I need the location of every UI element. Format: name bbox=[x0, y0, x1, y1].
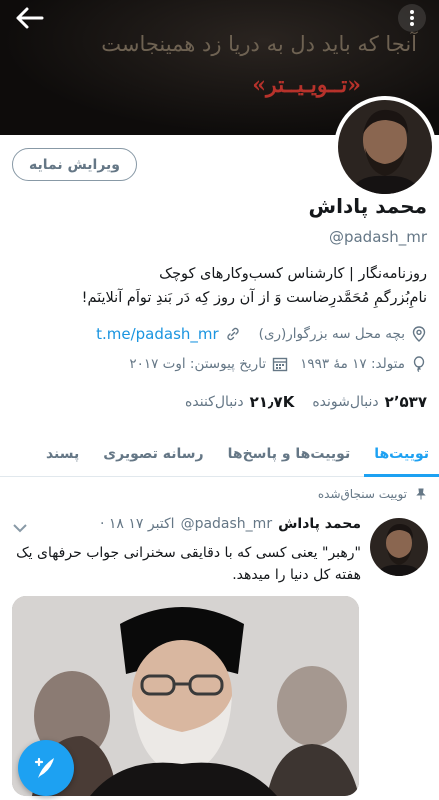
compose-tweet-icon bbox=[34, 757, 54, 778]
profile-tabs: توییت‌ها توییت‌ها و پاسخ‌ها رسانه تصویری… bbox=[0, 432, 439, 477]
following-label[interactable]: دنبال‌شونده bbox=[312, 394, 378, 410]
calendar-icon bbox=[272, 357, 288, 372]
tweet-author-name[interactable]: محمد پاداش bbox=[278, 516, 361, 532]
pinned-indicator: توییت سنجاق‌شده bbox=[318, 487, 427, 501]
compose-tweet-button[interactable] bbox=[18, 740, 74, 796]
tab-tweets[interactable]: توییت‌ها bbox=[364, 432, 439, 477]
more-vertical-icon-dot bbox=[410, 22, 414, 26]
bio-line-1: روزنامه‌نگار | کارشناس کسب‌وکارهای کوچک bbox=[159, 266, 427, 282]
location-link-row: بچه محل سه بزرگوار(ری) t.me/padash_mr bbox=[96, 322, 427, 346]
profile-website-link[interactable]: t.me/padash_mr bbox=[96, 325, 219, 343]
followers-count[interactable]: ۲۱٫۷K bbox=[250, 393, 295, 411]
profile-location: بچه محل سه بزرگوار(ری) bbox=[258, 326, 405, 342]
more-vertical-icon-dot bbox=[410, 16, 414, 20]
profile-join-date: تاریخ پیوستن: اوت ۲۰۱۷ bbox=[129, 356, 267, 372]
following-count[interactable]: ۲٬۵۳۷ bbox=[385, 393, 427, 411]
avatar-photo bbox=[338, 100, 432, 194]
banner-title: «تــويـيــتر» bbox=[252, 72, 361, 98]
tweet-header: محمد پاداش @padash_mr · ۱۸ اکتبر ۱۷ bbox=[100, 516, 361, 532]
tweet-text: "رهبر" یعنی کسی که با دقایقی سخنرانی جوا… bbox=[16, 545, 361, 583]
profile-avatar[interactable] bbox=[334, 96, 436, 198]
profile-birth-date: متولد: ۱۷ مهٔ ۱۹۹۳ bbox=[300, 356, 405, 372]
tweet-author-handle: @padash_mr bbox=[180, 516, 273, 532]
tweet-date: · ۱۸ اکتبر ۱۷ bbox=[99, 516, 175, 532]
pinned-label: توییت سنجاق‌شده bbox=[317, 487, 407, 501]
tab-tweets-replies[interactable]: توییت‌ها و پاسخ‌ها bbox=[218, 432, 361, 476]
banner-calligraphy: آنجا كه بايد دل به دريا زد همينجاست bbox=[101, 32, 417, 56]
profile-name: محمد پاداش bbox=[308, 194, 427, 218]
arrow-left-icon bbox=[16, 7, 44, 29]
more-vertical-icon bbox=[410, 10, 414, 14]
bio-line-2: نامِ‌بُزرگمِ مُحَمَّدرِضاست وَ از آن روز… bbox=[81, 290, 427, 306]
tweet-avatar-photo bbox=[370, 518, 428, 576]
tweet-menu-button[interactable] bbox=[12, 519, 28, 533]
tab-likes[interactable]: پسند bbox=[36, 432, 89, 476]
more-options-button[interactable] bbox=[398, 4, 426, 32]
follow-stats: ۲٬۵۳۷ دنبال‌شونده ۲۱٫۷K دنبال‌کننده bbox=[185, 393, 427, 411]
birth-join-row: متولد: ۱۷ مهٔ ۱۹۹۳ تاریخ پیوستن: اوت ۲۰۱… bbox=[129, 352, 427, 376]
profile-bio: روزنامه‌نگار | کارشناس کسب‌وکارهای کوچک … bbox=[12, 262, 427, 310]
pin-icon bbox=[416, 488, 426, 500]
chevron-down-icon bbox=[13, 524, 27, 533]
tweet-author-avatar[interactable] bbox=[370, 518, 428, 576]
link-icon bbox=[227, 327, 239, 341]
back-button[interactable] bbox=[14, 6, 48, 30]
tab-media[interactable]: رسانه تصویری bbox=[93, 432, 213, 476]
location-pin-icon bbox=[412, 326, 426, 342]
profile-handle: @padash_mr bbox=[328, 228, 427, 246]
balloon-icon bbox=[413, 356, 425, 372]
edit-profile-button[interactable]: ویرایش نمایه bbox=[12, 148, 137, 181]
followers-label[interactable]: دنبال‌کننده bbox=[185, 394, 244, 410]
